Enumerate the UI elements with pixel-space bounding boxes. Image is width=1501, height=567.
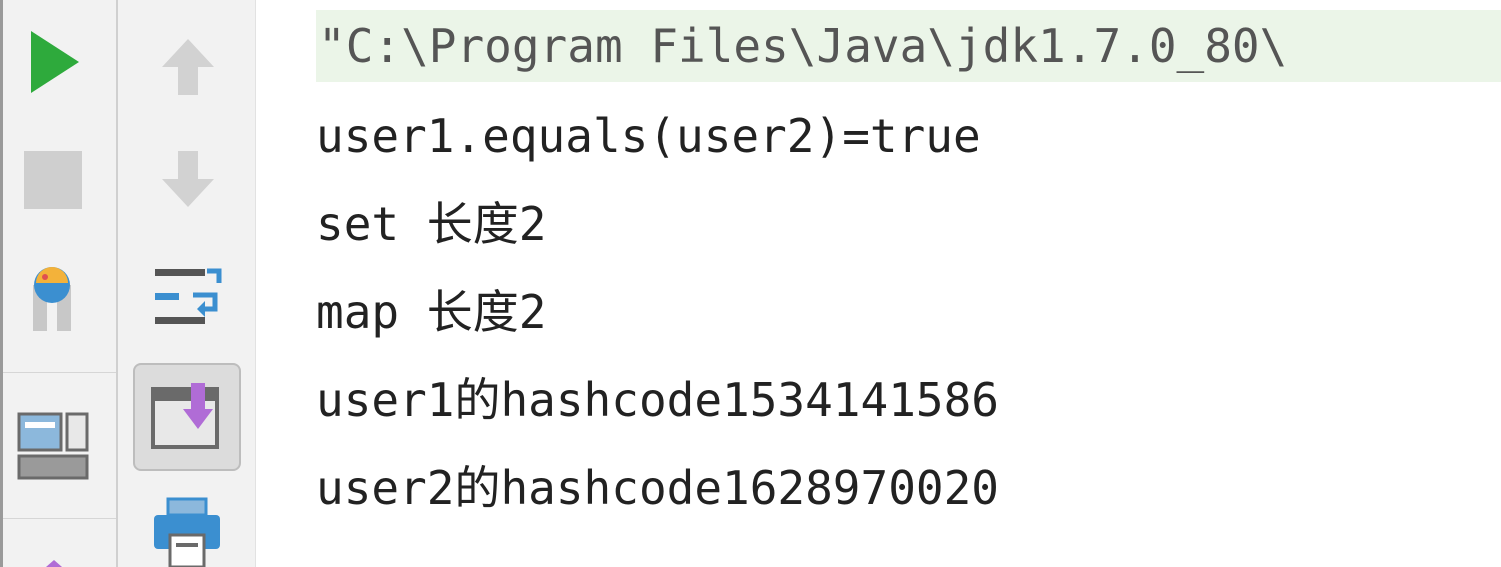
scroll-down-button[interactable] — [148, 140, 228, 220]
output-line: user2的hashcode1628970020 — [316, 461, 999, 515]
layout-button[interactable] — [11, 405, 95, 485]
output-line: user1.equals(user2)=true — [316, 109, 981, 163]
soft-wrap-icon — [155, 268, 222, 324]
scroll-up-button[interactable] — [148, 26, 228, 106]
console-output[interactable]: "C:\Program Files\Java\jdk1.7.0_80\ user… — [256, 0, 1501, 567]
run-icon — [31, 31, 79, 93]
down-arrow-icon — [162, 151, 214, 207]
scroll-to-end-icon — [151, 383, 219, 449]
output-line: set 长度2 — [316, 197, 547, 251]
run-toolbar — [0, 0, 118, 567]
pin-button[interactable] — [29, 540, 79, 567]
stop-button[interactable] — [13, 140, 93, 220]
print-button[interactable] — [144, 495, 230, 567]
command-line: "C:\Program Files\Java\jdk1.7.0_80\ — [316, 10, 1501, 82]
stop-icon — [24, 151, 82, 209]
scroll-to-end-button[interactable] — [133, 363, 241, 471]
run-button[interactable] — [13, 22, 93, 102]
up-arrow-icon — [162, 39, 214, 95]
print-icon — [154, 497, 220, 567]
toolbar-separator — [3, 372, 116, 373]
debug-pause-button[interactable] — [13, 258, 93, 338]
pin-icon — [46, 560, 62, 567]
soft-wrap-button[interactable] — [144, 256, 230, 342]
output-line: user1的hashcode1534141586 — [316, 373, 999, 427]
toolbar-separator — [3, 518, 116, 519]
output-line: map 长度2 — [316, 285, 547, 339]
console-toolbar — [118, 0, 256, 567]
debug-pause-icon — [33, 267, 71, 331]
run-console-window: "C:\Program Files\Java\jdk1.7.0_80\ user… — [0, 0, 1501, 567]
layout-icon — [17, 412, 89, 480]
